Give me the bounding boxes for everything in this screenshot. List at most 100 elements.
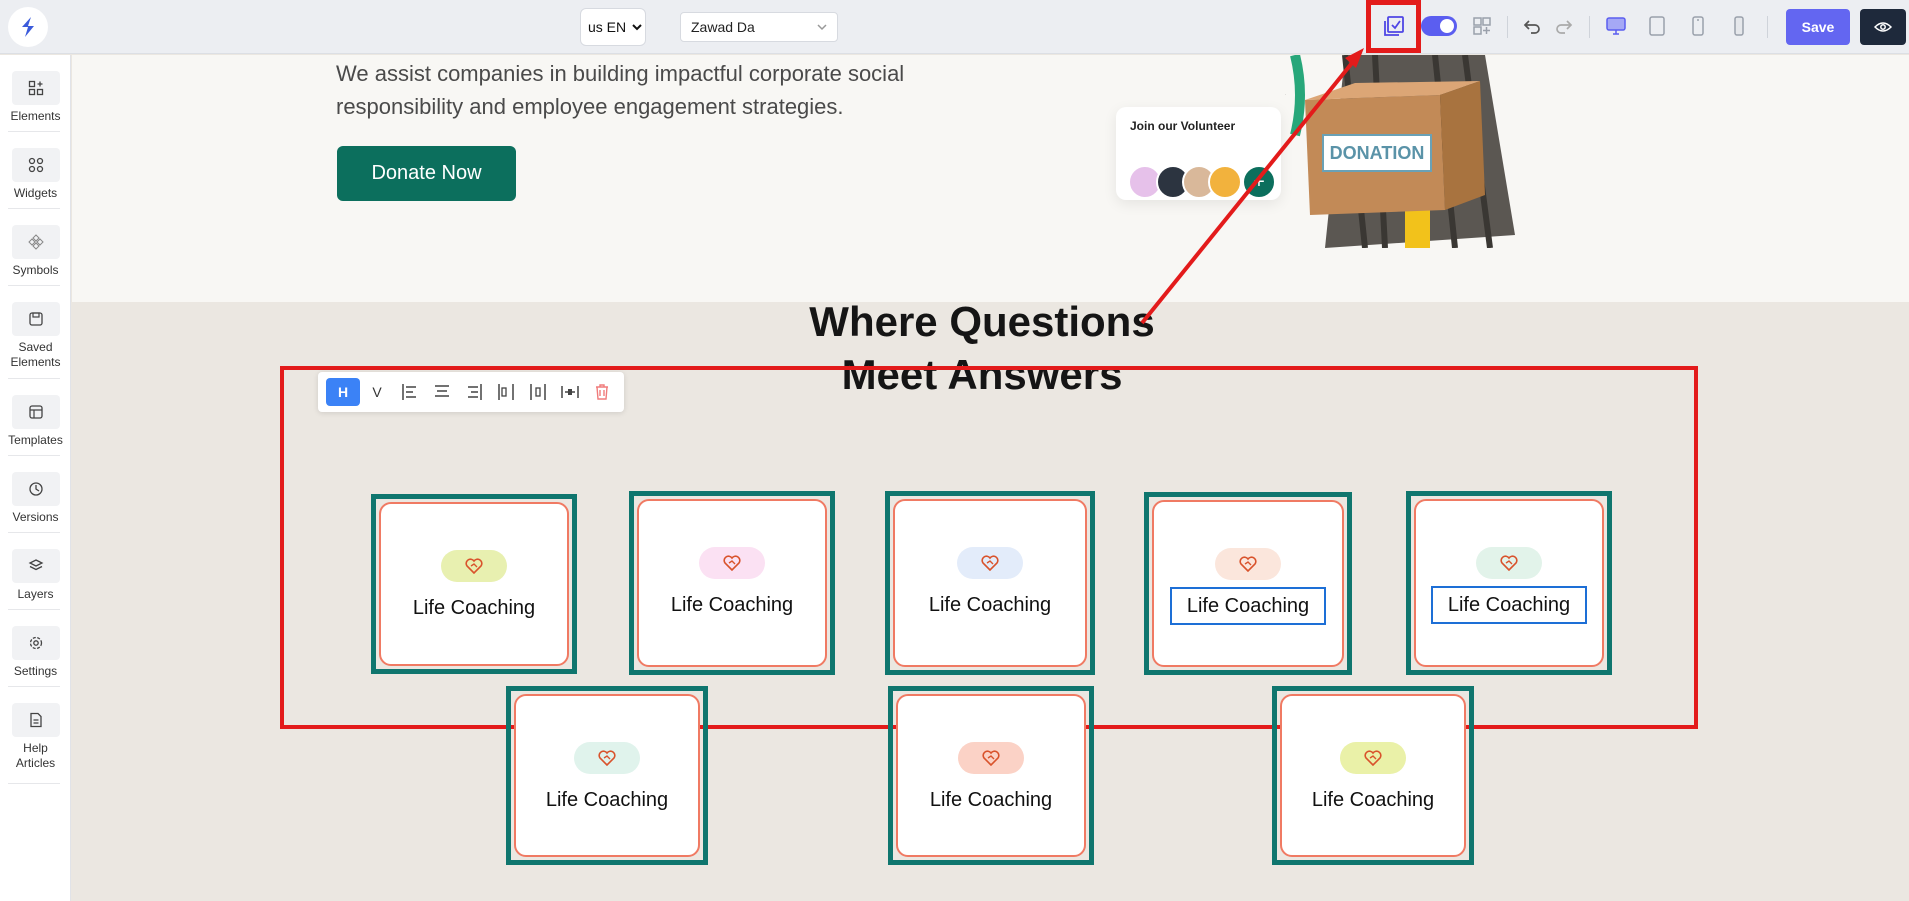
toolbar-divider [1507, 16, 1508, 38]
faq-card[interactable]: Life Coaching [1152, 500, 1344, 667]
faq-card-frame[interactable]: Life Coaching [885, 491, 1095, 675]
faq-card-frame[interactable]: Life Coaching [629, 491, 835, 675]
faq-card-frame[interactable]: Life Coaching [371, 494, 577, 674]
heart-handshake-icon [958, 742, 1024, 774]
desktop-view-icon[interactable] [1604, 14, 1628, 38]
document-icon [11, 703, 60, 737]
faq-card[interactable]: Life Coaching [379, 502, 569, 666]
heart-handshake-icon [699, 547, 765, 579]
redo-icon[interactable] [1552, 14, 1576, 38]
card-title-editing[interactable]: Life Coaching [1154, 587, 1342, 625]
sidebar-divider [8, 609, 60, 610]
vertical-layout-button[interactable]: V [360, 378, 394, 406]
card-title[interactable]: Life Coaching [895, 594, 1085, 617]
heart-handshake-icon [1215, 548, 1281, 580]
mobile-view-icon[interactable] [1727, 14, 1751, 38]
mode-toggle[interactable] [1421, 16, 1457, 36]
app-logo[interactable] [8, 7, 48, 47]
trash-icon[interactable] [586, 378, 618, 406]
sidebar-divider [8, 783, 60, 784]
donate-now-button[interactable]: Donate Now [337, 146, 516, 201]
faq-card-frame[interactable]: Life Coaching [888, 686, 1094, 865]
faq-card[interactable]: Life Coaching [1280, 694, 1466, 857]
sidebar-item-label: Help Articles [15, 741, 56, 770]
sidebar-item-versions[interactable]: Versions [0, 472, 71, 525]
faq-card-frame[interactable]: Life Coaching [506, 686, 708, 865]
preview-button[interactable] [1860, 9, 1906, 45]
faq-card[interactable]: Life Coaching [893, 499, 1087, 667]
sidebar-divider [8, 686, 60, 687]
elements-icon [11, 71, 60, 105]
card-title[interactable]: Life Coaching [516, 789, 698, 812]
heart-handshake-icon [1340, 742, 1406, 774]
sidebar-item-widgets[interactable]: Widgets [0, 148, 71, 201]
hero-description[interactable]: We assist companies in building impactfu… [336, 57, 976, 123]
heart-handshake-icon [574, 742, 640, 774]
layers-icon [11, 549, 60, 583]
volunteer-title: Join our Volunteer [1130, 119, 1236, 133]
sidebar-item-label: Symbols [12, 263, 59, 277]
card-title[interactable]: Life Coaching [1282, 789, 1464, 812]
sidebar-item-templates[interactable]: Templates [0, 395, 71, 448]
align-left-icon[interactable] [394, 378, 426, 406]
distribute-start-icon[interactable] [490, 378, 522, 406]
sidebar-item-label: Layers [17, 587, 54, 601]
align-right-icon[interactable] [458, 378, 490, 406]
card-title-editing[interactable]: Life Coaching [1416, 586, 1602, 624]
grid-add-icon[interactable] [1470, 14, 1494, 38]
left-sidebar: Elements Widgets Symbols Saved Elements … [0, 55, 71, 901]
versions-icon [11, 472, 60, 506]
sidebar-divider [8, 131, 60, 132]
editor-canvas[interactable]: We assist companies in building impactfu… [72, 55, 1909, 901]
gear-icon [11, 626, 60, 660]
logo-icon [22, 17, 34, 37]
card-title-text[interactable]: Life Coaching [1169, 587, 1327, 625]
faq-card-frame[interactable]: Life Coaching [1272, 686, 1474, 865]
add-volunteer-button[interactable]: + [1242, 165, 1276, 199]
heart-handshake-icon [957, 547, 1023, 579]
user-select[interactable]: Zawad Da [680, 12, 838, 42]
heart-handshake-icon [1476, 547, 1542, 579]
card-title[interactable]: Life Coaching [898, 789, 1084, 812]
templates-icon [11, 395, 60, 429]
faq-card[interactable]: Life Coaching [896, 694, 1086, 857]
sidebar-item-label: Versions [12, 510, 59, 524]
save-button[interactable]: Save [1786, 9, 1850, 45]
faq-card[interactable]: Life Coaching [1414, 499, 1604, 667]
sidebar-item-saved-elements[interactable]: Saved Elements [0, 302, 71, 370]
sidebar-divider [8, 532, 60, 533]
language-select[interactable]: us EN [580, 8, 646, 46]
sidebar-item-label: Templates [8, 433, 63, 447]
tablet-view-icon[interactable] [1686, 14, 1710, 38]
sidebar-item-layers[interactable]: Layers [0, 549, 71, 602]
sidebar-divider [8, 285, 60, 286]
faq-heading-line1: Where Questions [809, 298, 1155, 345]
faq-card-frame[interactable]: Life Coaching [1406, 491, 1612, 675]
sidebar-item-symbols[interactable]: Symbols [0, 225, 71, 278]
faq-card[interactable]: Life Coaching [514, 694, 700, 857]
card-title[interactable]: Life Coaching [381, 597, 567, 620]
sidebar-divider [8, 455, 60, 456]
align-center-icon[interactable] [426, 378, 458, 406]
chevron-down-icon [817, 24, 827, 31]
sidebar-item-settings[interactable]: Settings [0, 626, 71, 679]
sidebar-item-help-articles[interactable]: Help Articles [0, 703, 71, 771]
volunteer-card[interactable]: Join our Volunteer + [1116, 107, 1281, 200]
top-toolbar: us EN Zawad Da Save [0, 0, 1909, 54]
faq-card-frame[interactable]: Life Coaching [1144, 492, 1352, 675]
horizontal-layout-button[interactable]: H [326, 378, 360, 406]
faq-card[interactable]: Life Coaching [637, 499, 827, 667]
annotation-highlight-box [1366, 0, 1421, 53]
sidebar-divider [8, 208, 60, 209]
distribute-center-icon[interactable] [522, 378, 554, 406]
card-title-text[interactable]: Life Coaching [1430, 586, 1588, 624]
space-between-icon[interactable] [554, 378, 586, 406]
chevron-down-icon [632, 24, 642, 31]
sidebar-item-elements[interactable]: Elements [0, 71, 71, 124]
undo-icon[interactable] [1520, 14, 1544, 38]
hero-section[interactable]: We assist companies in building impactfu… [72, 55, 1909, 302]
tablet-landscape-icon[interactable] [1645, 14, 1669, 38]
toolbar-divider [1767, 16, 1768, 38]
language-select-value: us EN [588, 19, 627, 35]
card-title[interactable]: Life Coaching [639, 594, 825, 617]
